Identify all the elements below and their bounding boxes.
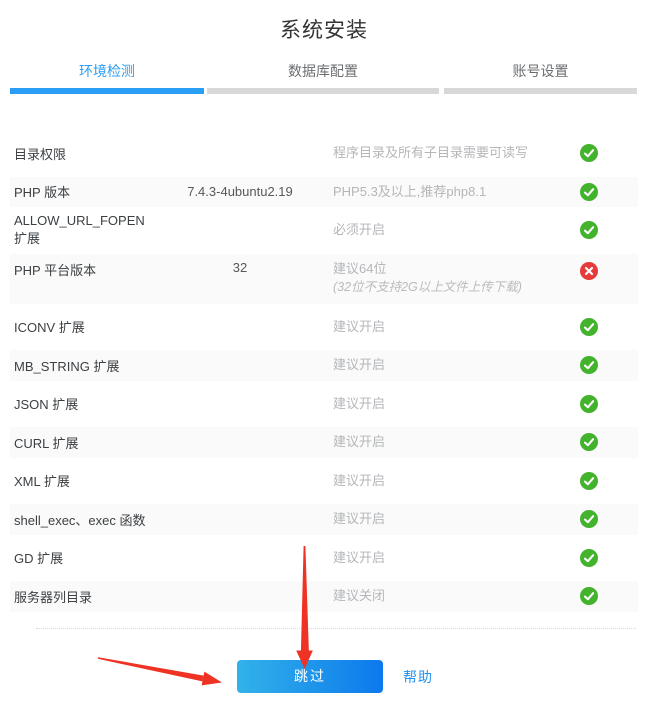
check-item-status (580, 254, 638, 280)
status-pass-icon (580, 144, 598, 162)
check-item-row: JSON 扩展 建议开启 (10, 385, 638, 424)
check-item-current-value: 32 (160, 254, 320, 275)
environment-check-table: 目录权限 程序目录及所有子目录需要可读写 PHP 版本 7.4.3-4ubunt… (10, 134, 638, 616)
check-item-row: MB_STRING 扩展 建议开启 (10, 346, 638, 385)
check-item-requirement: 建议开启 (320, 433, 580, 451)
wizard-steps: 环境检测 数据库配置 账号设置 (10, 63, 638, 94)
status-fail-icon (580, 262, 598, 280)
check-item-label: shell_exec、exec 函数 (10, 510, 160, 529)
help-link[interactable]: 帮助 (403, 667, 433, 687)
check-item-status (580, 221, 638, 239)
check-item-requirement: 建议开启 (320, 395, 580, 413)
check-item-requirement: 建议开启 (320, 510, 580, 528)
requirement-text: 建议开启 (333, 549, 580, 567)
page-title: 系统安装 (0, 18, 648, 44)
status-pass-icon (580, 356, 598, 374)
check-item-label: 目录权限 (10, 144, 160, 163)
status-pass-icon (580, 221, 598, 239)
check-item-status (580, 433, 638, 451)
footer-actions: 跳过 帮助 (0, 660, 648, 694)
check-item-label: GD 扩展 (10, 548, 160, 567)
requirement-text: 必须开启 (333, 221, 580, 239)
check-item-row: GD 扩展 建议开启 (10, 539, 638, 578)
check-item-current-value: 7.4.3-4ubuntu2.19 (160, 184, 320, 199)
check-item-status (580, 356, 638, 374)
tab-environment-check[interactable]: 环境检测 (10, 63, 204, 80)
check-item-requirement: 建议开启 (320, 549, 580, 567)
progress-segment-active (10, 88, 204, 94)
check-item-requirement: PHP5.3及以上,推荐php8.1 (320, 183, 580, 201)
check-item-status (580, 318, 638, 336)
check-item-status (580, 144, 638, 162)
check-item-row: 目录权限 程序目录及所有子目录需要可读写 (10, 134, 638, 173)
status-pass-icon (580, 587, 598, 605)
check-item-requirement: 程序目录及所有子目录需要可读写 (320, 144, 580, 162)
check-item-status (580, 549, 638, 567)
check-item-row: 服务器列目录 建议关闭 (10, 577, 638, 616)
step-progress-bar (10, 88, 638, 94)
check-item-requirement: 建议开启 (320, 318, 580, 336)
check-item-status (580, 395, 638, 413)
status-pass-icon (580, 433, 598, 451)
status-pass-icon (580, 549, 598, 567)
status-pass-icon (580, 318, 598, 336)
requirement-text: PHP5.3及以上,推荐php8.1 (333, 183, 580, 201)
check-item-label: ALLOW_URL_FOPEN 扩展 (10, 213, 160, 247)
tab-account-setup[interactable]: 账号设置 (444, 63, 637, 80)
requirement-text: 建议关闭 (333, 587, 580, 605)
check-item-row: PHP 版本 7.4.3-4ubuntu2.19 PHP5.3及以上,推荐php… (10, 173, 638, 212)
status-pass-icon (580, 472, 598, 490)
status-pass-icon (580, 510, 598, 528)
requirement-text: 建议开启 (333, 356, 580, 374)
check-item-row: ICONV 扩展 建议开启 (10, 308, 638, 347)
requirement-text: 建议开启 (333, 510, 580, 528)
check-item-label: ICONV 扩展 (10, 317, 160, 336)
check-item-row: shell_exec、exec 函数 建议开启 (10, 500, 638, 539)
check-item-label: JSON 扩展 (10, 394, 160, 413)
requirement-text: 程序目录及所有子目录需要可读写 (333, 144, 580, 162)
check-item-requirement: 建议开启 (320, 356, 580, 374)
check-item-row: XML 扩展 建议开启 (10, 462, 638, 501)
check-item-row: CURL 扩展 建议开启 (10, 423, 638, 462)
check-item-label: 服务器列目录 (10, 587, 160, 606)
check-item-label: PHP 版本 (10, 182, 160, 201)
check-item-status (580, 472, 638, 490)
check-item-requirement: 建议64位 (32位不支持2G以上文件上传下载) (320, 254, 580, 296)
check-item-row: PHP 平台版本 32 建议64位 (32位不支持2G以上文件上传下载) (10, 250, 638, 308)
requirement-text: 建议开启 (333, 318, 580, 336)
progress-segment (207, 88, 439, 94)
check-item-label: MB_STRING 扩展 (10, 356, 160, 375)
check-item-requirement: 建议关闭 (320, 587, 580, 605)
install-wizard: 系统安装 环境检测 数据库配置 账号设置 目录权限 程序目录及所有子目录需要可读… (0, 18, 648, 708)
check-item-requirement: 建议开启 (320, 472, 580, 490)
skip-button[interactable]: 跳过 (237, 660, 383, 693)
check-item-row: ALLOW_URL_FOPEN 扩展 必须开启 (10, 211, 638, 250)
check-item-label: CURL 扩展 (10, 433, 160, 452)
status-pass-icon (580, 395, 598, 413)
requirement-text: 建议开启 (333, 395, 580, 413)
requirement-text: 建议开启 (333, 433, 580, 451)
check-item-status (580, 183, 638, 201)
status-pass-icon (580, 183, 598, 201)
requirement-note: (32位不支持2G以上文件上传下载) (333, 278, 580, 296)
check-item-status (580, 510, 638, 528)
requirement-text: 建议64位 (333, 260, 580, 278)
check-item-status (580, 587, 638, 605)
check-item-label: XML 扩展 (10, 471, 160, 490)
tab-database-config[interactable]: 数据库配置 (207, 63, 439, 80)
check-item-label: PHP 平台版本 (10, 254, 160, 279)
check-item-requirement: 必须开启 (320, 221, 580, 239)
requirement-text: 建议开启 (333, 472, 580, 490)
footer-separator (36, 628, 636, 629)
progress-segment (444, 88, 637, 94)
